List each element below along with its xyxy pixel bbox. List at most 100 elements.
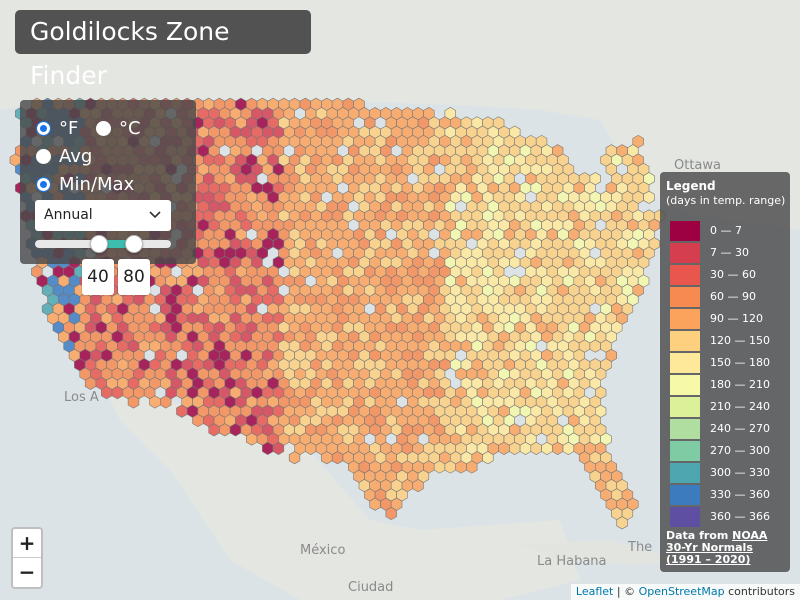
hex-cell[interactable] (643, 190, 655, 204)
hex-cell[interactable] (149, 395, 161, 409)
legend-item: 360 — 366 (670, 507, 788, 527)
hex-cell[interactable] (509, 441, 521, 455)
avg-label: Avg (59, 146, 93, 167)
hex-cell[interactable] (127, 395, 140, 409)
hex-cell[interactable] (433, 460, 446, 474)
legend-item: 150 — 180 (670, 353, 788, 373)
legend-item: 60 — 90 (670, 287, 788, 307)
hex-cell[interactable] (385, 506, 397, 521)
attribution-separator: | © (613, 585, 639, 598)
hex-cell[interactable] (589, 339, 601, 353)
hex-cell[interactable] (509, 255, 521, 269)
temp-range-slider[interactable] (35, 235, 171, 253)
legend-item: 180 — 210 (670, 375, 788, 395)
map-label-mexico: México (300, 543, 346, 558)
legend-swatch (670, 485, 700, 505)
legend-panel: Legend (days in temp. range) 0 — 7 7 — 30… (660, 172, 790, 572)
hex-cell[interactable] (272, 441, 285, 455)
fahrenheit-radio[interactable] (36, 121, 51, 136)
hex-cell[interactable] (246, 432, 258, 446)
legend-label: 330 — 360 (710, 488, 770, 501)
legend-label: 90 — 120 (710, 312, 763, 325)
minmax-radio[interactable] (36, 177, 51, 192)
legend-title: Legend (666, 179, 716, 193)
hex-cell[interactable] (321, 451, 333, 465)
legend-label: 60 — 90 (710, 290, 756, 303)
hex-cell[interactable] (616, 516, 628, 530)
mode-avg-option[interactable]: Avg (36, 146, 92, 167)
hex-cell[interactable] (530, 441, 542, 455)
attribution-suffix: contributors (724, 585, 795, 598)
legend-label: 120 — 150 (710, 334, 770, 347)
leaflet-link[interactable]: Leaflet (576, 585, 613, 598)
legend-item: 30 — 60 (670, 265, 788, 285)
legend-swatch (670, 397, 700, 417)
legend-swatch (670, 441, 700, 461)
hex-cell[interactable] (208, 423, 220, 437)
hex-cell[interactable] (455, 460, 467, 474)
zoom-control: + − (11, 527, 43, 589)
unit-celsius-option[interactable]: °C (96, 118, 141, 139)
hex-cell[interactable] (466, 460, 478, 474)
min-temp-input[interactable]: 40 (82, 259, 114, 295)
hex-cell[interactable] (498, 441, 510, 455)
legend-item: 120 — 150 (670, 331, 788, 351)
legend-swatch (670, 463, 700, 483)
legend-item: 7 — 30 (670, 243, 788, 263)
legend-label: 180 — 210 (710, 378, 770, 391)
hex-cell[interactable] (219, 423, 231, 437)
legend-label: 270 — 300 (710, 444, 770, 457)
hex-cell[interactable] (229, 423, 242, 437)
hex-cell[interactable] (482, 451, 494, 465)
hex-cell[interactable] (562, 441, 575, 455)
slider-max-handle[interactable] (125, 235, 143, 253)
hex-cell[interactable] (541, 441, 553, 455)
slider-min-handle[interactable] (90, 235, 108, 253)
minmax-label: Min/Max (59, 174, 135, 195)
hex-cell[interactable] (331, 451, 344, 465)
legend-label: 150 — 180 (710, 356, 770, 369)
controls-panel: °F °C Avg Min/Max Annual (20, 100, 196, 264)
legend-swatch (670, 265, 700, 285)
legend-swatch (670, 507, 700, 527)
legend-label: 0 — 7 (710, 224, 742, 237)
legend-swatch (670, 419, 700, 439)
hex-cell[interactable] (552, 441, 564, 455)
hex-cell[interactable] (288, 451, 301, 465)
legend-source: Data from NOAA 30-Yr Normals (1991 – 202… (666, 530, 786, 566)
map-label-ciudad: Ciudad (348, 580, 394, 595)
legend-swatch (670, 221, 700, 241)
hex-cell[interactable] (519, 441, 532, 455)
mode-minmax-option[interactable]: Min/Max (36, 174, 134, 195)
hex-cell[interactable] (369, 497, 381, 511)
legend-label: 30 — 60 (710, 268, 756, 281)
chevron-down-icon (149, 200, 161, 243)
celsius-label: °C (119, 118, 141, 139)
celsius-radio[interactable] (96, 121, 111, 136)
hex-cell[interactable] (305, 441, 317, 455)
hex-cell[interactable] (101, 386, 113, 400)
hex-cell[interactable] (412, 479, 424, 493)
unit-fahrenheit-option[interactable]: °F (36, 118, 78, 139)
hex-cell[interactable] (262, 441, 274, 455)
zoom-in-button[interactable]: + (13, 529, 41, 558)
legend-label: 240 — 270 (710, 422, 770, 435)
hex-cell[interactable] (111, 386, 124, 400)
zoom-out-button[interactable]: − (13, 558, 41, 587)
hex-cell[interactable] (176, 404, 188, 418)
legend-swatch (670, 375, 700, 395)
avg-radio[interactable] (36, 149, 51, 164)
hex-cell[interactable] (444, 460, 456, 474)
legend-item: 210 — 240 (670, 397, 788, 417)
fahrenheit-label: °F (59, 118, 79, 139)
hex-cell[interactable] (84, 376, 97, 390)
legend-item: 90 — 120 (670, 309, 788, 329)
hex-cell[interactable] (160, 395, 172, 409)
osm-link[interactable]: OpenStreetMap (639, 585, 725, 598)
max-temp-input[interactable]: 80 (118, 259, 150, 295)
hex-cell[interactable] (192, 413, 204, 428)
period-select[interactable]: Annual (35, 200, 171, 231)
app-title: Goldilocks Zone Finder (15, 10, 311, 90)
legend-label: 300 — 330 (710, 466, 770, 479)
map-label-la-habana: La Habana (537, 554, 607, 569)
